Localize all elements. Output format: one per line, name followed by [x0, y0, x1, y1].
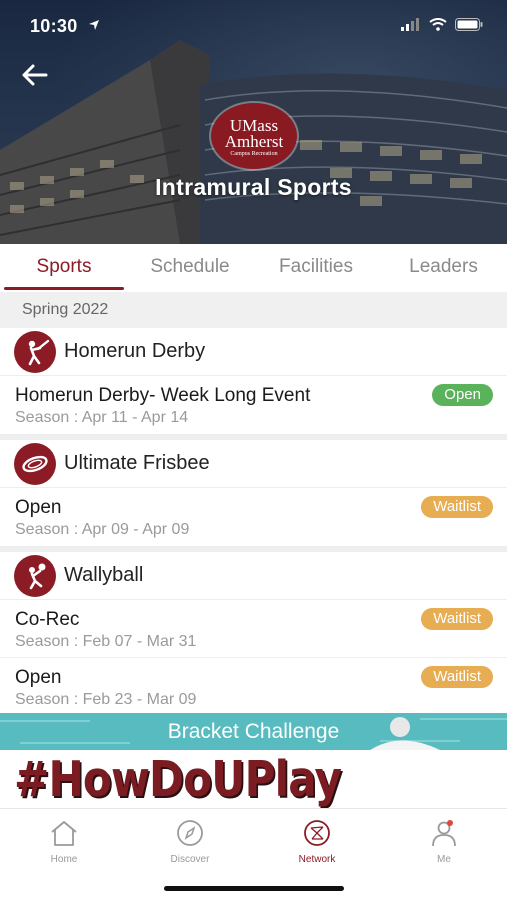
sport-header[interactable]: Ultimate Frisbee [0, 440, 507, 488]
sport-title: Ultimate Frisbee [64, 452, 210, 474]
league-name: Homerun Derby- Week Long Event [15, 385, 311, 406]
league-season: Season : Apr 09 - Apr 09 [15, 521, 190, 538]
status-badge: Open [432, 384, 493, 406]
tab-leaders-label: Leaders [409, 256, 478, 277]
logo-line3: Campus Recreation [230, 151, 278, 157]
baseball-batter-icon [14, 330, 56, 373]
league-entry[interactable]: Open Season : Feb 23 - Mar 09 Waitlist [0, 658, 507, 713]
status-time: 10:30 [30, 16, 78, 36]
sport-group-homerun-derby: Homerun Derby Homerun Derby- Week Long E… [0, 328, 507, 440]
league-name: Open [15, 667, 62, 688]
nav-me[interactable]: Me [404, 819, 484, 865]
logo-line2: Amherst [224, 132, 284, 151]
nav-home-label: Home [50, 854, 78, 865]
tab-schedule[interactable]: Schedule [128, 244, 252, 292]
tab-bar: Sports Schedule Facilities Leaders [0, 244, 507, 292]
logo-line1: UMass [229, 116, 279, 135]
person-icon [432, 820, 456, 847]
sport-group-wallyball: Wallyball Co-Rec Season : Feb 07 - Mar 3… [0, 552, 507, 713]
league-name: Open [15, 497, 62, 518]
status-bar: 10:30 [0, 0, 507, 54]
compass-icon [177, 820, 203, 846]
home-indicator [164, 886, 344, 891]
nav-discover[interactable]: Discover [150, 819, 230, 865]
banner-text: Bracket Challenge [167, 720, 340, 743]
status-badge: Waitlist [421, 608, 493, 630]
league-name: Co-Rec [15, 609, 80, 630]
league-season: Season : Feb 07 - Mar 31 [15, 633, 197, 650]
tab-sports[interactable]: Sports [0, 244, 128, 292]
league-entry[interactable]: Homerun Derby- Week Long Event Season : … [0, 376, 507, 434]
home-icon [51, 821, 77, 846]
volleyball-player-icon [14, 554, 56, 597]
nav-home[interactable]: Home [24, 819, 104, 865]
sport-title: Homerun Derby [64, 340, 206, 362]
tab-facilities-label: Facilities [279, 256, 353, 277]
signal-icon [401, 18, 421, 36]
tab-sports-label: Sports [36, 256, 92, 277]
league-season: Season : Apr 11 - Apr 14 [15, 409, 189, 426]
wifi-icon [429, 18, 447, 36]
nav-network-label: Network [298, 854, 336, 865]
league-entry[interactable]: Open Season : Apr 09 - Apr 09 Waitlist [0, 488, 507, 546]
network-icon [304, 820, 330, 846]
sport-title: Wallyball [64, 564, 144, 586]
hero-header: 10:30 UMass Amherst Campus Recreation In… [0, 0, 507, 244]
battery-icon [455, 18, 483, 36]
frisbee-icon [14, 442, 56, 485]
nav-discover-label: Discover [170, 854, 210, 865]
season-header: Spring 2022 [0, 292, 507, 328]
back-arrow-icon [22, 64, 48, 86]
tab-schedule-label: Schedule [150, 256, 230, 277]
sport-header[interactable]: Wallyball [0, 552, 507, 600]
page-title: Intramural Sports [155, 174, 352, 200]
status-badge: Waitlist [421, 496, 493, 518]
promo-text: #HowDoUPlay [14, 751, 342, 808]
sport-group-ultimate-frisbee: Ultimate Frisbee Open Season : Apr 09 - … [0, 440, 507, 552]
status-badge: Waitlist [421, 666, 493, 688]
active-tab-indicator [4, 287, 124, 290]
sport-header[interactable]: Homerun Derby [0, 328, 507, 376]
bracket-challenge-banner[interactable]: Bracket Challenge [0, 713, 507, 750]
league-season: Season : Feb 23 - Mar 09 [15, 691, 197, 708]
tab-leaders[interactable]: Leaders [380, 244, 507, 292]
location-arrow-icon [88, 18, 100, 36]
umass-logo: UMass Amherst Campus Recreation [211, 103, 297, 169]
tab-facilities[interactable]: Facilities [252, 244, 380, 292]
sports-list[interactable]: Homerun Derby Homerun Derby- Week Long E… [0, 328, 507, 713]
back-button[interactable] [18, 58, 52, 92]
league-entry[interactable]: Co-Rec Season : Feb 07 - Mar 31 Waitlist [0, 600, 507, 658]
nav-me-label: Me [437, 854, 451, 865]
nav-network[interactable]: Network [277, 819, 357, 865]
howdouplay-promo[interactable]: #HowDoUPlay [0, 750, 507, 808]
